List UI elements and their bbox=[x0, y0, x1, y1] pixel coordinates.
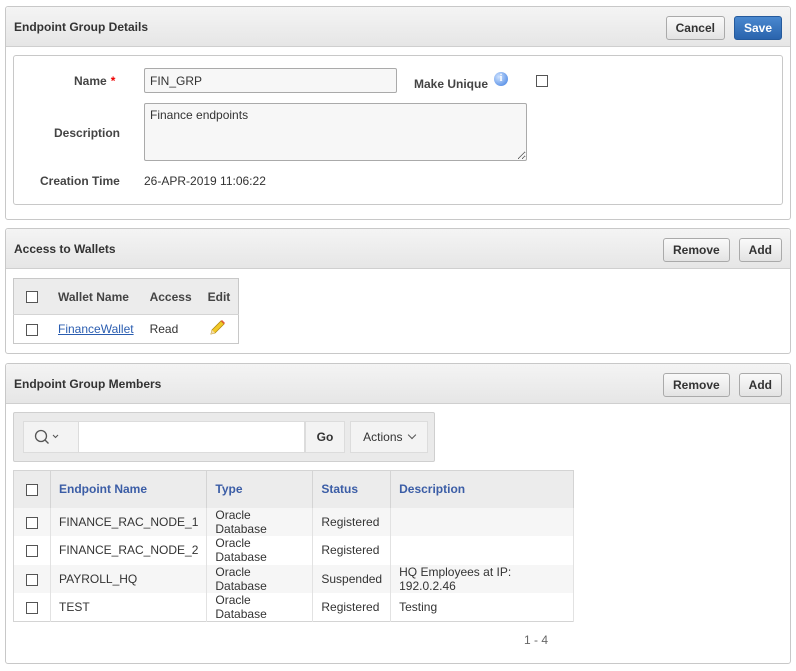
cancel-button[interactable]: Cancel bbox=[665, 16, 725, 40]
table-row: FinanceWallet Read bbox=[13, 314, 239, 344]
endpoint-name-cell: TEST bbox=[50, 593, 208, 622]
remove-wallet-button[interactable]: Remove bbox=[662, 238, 730, 262]
actions-label: Actions bbox=[363, 430, 403, 444]
search-icon bbox=[34, 429, 59, 444]
type-cell: Oracle Database bbox=[206, 593, 314, 622]
select-all-checkbox[interactable] bbox=[26, 291, 38, 304]
name-label-text: Name bbox=[74, 74, 107, 88]
status-cell: Registered bbox=[312, 507, 392, 536]
table-row: FINANCE_RAC_NODE_2 Oracle Database Regis… bbox=[13, 536, 575, 565]
info-icon[interactable]: i bbox=[494, 72, 508, 86]
name-input[interactable] bbox=[144, 68, 397, 93]
make-unique-label: Make Unique bbox=[414, 77, 489, 91]
wallets-table: Wallet Name Access Edit FinanceWallet Re… bbox=[13, 278, 240, 344]
pencil-icon[interactable] bbox=[208, 319, 226, 337]
row-checkbox[interactable] bbox=[26, 573, 38, 586]
row-select-cell bbox=[13, 314, 50, 344]
row-select-cell bbox=[13, 536, 51, 565]
row-checkbox[interactable] bbox=[26, 601, 38, 614]
region-title: Access to Wallets bbox=[14, 242, 116, 256]
chevron-down-icon bbox=[407, 430, 417, 440]
creation-time-label: Creation Time bbox=[40, 174, 120, 188]
search-column-button[interactable] bbox=[23, 421, 79, 453]
description-label: Description bbox=[54, 126, 121, 140]
description-textarea[interactable]: Finance endpoints bbox=[144, 103, 527, 161]
row-select-cell bbox=[13, 593, 51, 622]
endpoint-group-members-region: Endpoint Group Members Remove Add Go Act… bbox=[5, 363, 791, 664]
select-all-cell bbox=[13, 278, 50, 315]
name-label: Name * bbox=[74, 74, 115, 88]
table-row: PAYROLL_HQ Oracle Database Suspended HQ … bbox=[13, 564, 575, 593]
row-checkbox[interactable] bbox=[26, 516, 38, 529]
access-cell: Read bbox=[141, 314, 200, 344]
add-member-button[interactable]: Add bbox=[738, 373, 782, 397]
creation-time-value: 26-APR-2019 11:06:22 bbox=[144, 174, 266, 188]
table-row: FINANCE_RAC_NODE_1 Oracle Database Regis… bbox=[13, 507, 575, 536]
make-unique-checkbox[interactable] bbox=[536, 75, 548, 87]
status-cell: Registered bbox=[312, 536, 392, 565]
save-button[interactable]: Save bbox=[733, 16, 782, 40]
members-table: Endpoint Name Type Status Description FI… bbox=[13, 470, 575, 622]
description-cell bbox=[390, 507, 575, 536]
details-form: Name* Make Unique i Description Finance … bbox=[13, 55, 783, 205]
column-header: Access bbox=[141, 278, 200, 315]
select-all-checkbox[interactable] bbox=[26, 484, 38, 497]
region-title: Endpoint Group Members bbox=[14, 377, 162, 391]
column-header: Edit bbox=[199, 278, 239, 315]
description-cell: Testing bbox=[390, 593, 575, 622]
go-button[interactable]: Go bbox=[305, 421, 345, 453]
wallet-link[interactable]: FinanceWallet bbox=[58, 322, 134, 336]
column-header-description[interactable]: Description bbox=[390, 470, 575, 508]
row-select-cell bbox=[13, 507, 51, 536]
required-marker: * bbox=[110, 74, 116, 88]
region-header: Endpoint Group Details Cancel Save bbox=[6, 7, 790, 47]
endpoint-name-cell: PAYROLL_HQ bbox=[50, 564, 208, 593]
endpoint-group-details-region: Endpoint Group Details Cancel Save Name *… bbox=[5, 6, 791, 220]
actions-menu-button[interactable]: Actions bbox=[350, 421, 428, 453]
type-cell: Oracle Database bbox=[206, 507, 314, 536]
add-wallet-button[interactable]: Add bbox=[738, 238, 782, 262]
row-select-cell bbox=[13, 564, 51, 593]
type-cell: Oracle Database bbox=[206, 564, 314, 593]
endpoint-name-cell: FINANCE_RAC_NODE_1 bbox=[50, 507, 208, 536]
description-cell bbox=[390, 536, 575, 565]
column-header-type[interactable]: Type bbox=[206, 470, 314, 508]
table-row: TEST Oracle Database Registered Testing bbox=[13, 593, 575, 622]
search-input[interactable] bbox=[79, 421, 305, 453]
select-all-cell bbox=[13, 470, 51, 508]
column-header-endpoint-name[interactable]: Endpoint Name bbox=[50, 470, 208, 508]
row-checkbox[interactable] bbox=[26, 323, 38, 336]
column-header: Wallet Name bbox=[50, 278, 142, 315]
report-toolbar: Go Actions bbox=[13, 412, 435, 462]
column-header-status[interactable]: Status bbox=[312, 470, 392, 508]
pagination-info: 1 - 4 bbox=[524, 633, 549, 647]
access-to-wallets-region: Access to Wallets Remove Add Wallet Name… bbox=[5, 228, 791, 354]
description-cell: HQ Employees at IP: 192.0.2.46 bbox=[390, 564, 575, 593]
type-cell: Oracle Database bbox=[206, 536, 314, 565]
endpoint-name-cell: FINANCE_RAC_NODE_2 bbox=[50, 536, 208, 565]
region-title: Endpoint Group Details bbox=[14, 20, 148, 34]
remove-member-button[interactable]: Remove bbox=[662, 373, 730, 397]
chevron-down-icon bbox=[52, 434, 59, 439]
status-cell: Suspended bbox=[312, 564, 392, 593]
status-cell: Registered bbox=[312, 593, 392, 622]
edit-cell bbox=[199, 314, 239, 344]
row-checkbox[interactable] bbox=[26, 545, 38, 558]
wallet-name-cell: FinanceWallet bbox=[50, 314, 142, 344]
region-header: Endpoint Group Members Remove Add bbox=[6, 364, 790, 404]
region-header: Access to Wallets Remove Add bbox=[6, 229, 790, 269]
